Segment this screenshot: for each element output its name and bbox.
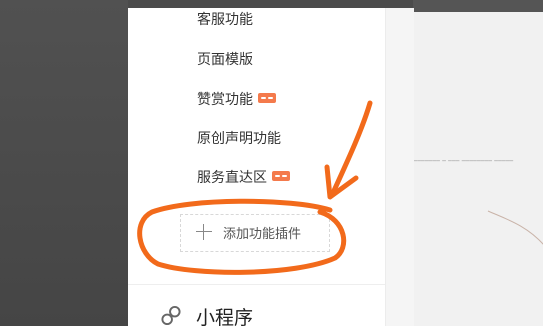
menu-item-page-template[interactable]: 页面模版: [197, 51, 253, 69]
scrollbar-track[interactable]: [385, 8, 414, 326]
menu-item-label: 赞赏功能: [197, 92, 253, 108]
menu-item-original-declaration[interactable]: 原创声明功能: [197, 130, 281, 148]
feature-menu-panel: [128, 8, 385, 326]
link-icon: [161, 305, 181, 326]
mini-program-section-title[interactable]: 小程序: [196, 303, 253, 326]
menu-item-appreciation[interactable]: 赞赏功能: [197, 91, 276, 109]
dim-backdrop-left: [0, 0, 128, 326]
menu-item-label: 原创声明功能: [197, 131, 281, 147]
menu-item-service-direct[interactable]: 服务直达区: [197, 169, 290, 187]
new-badge-icon: [258, 93, 276, 103]
menu-item-label: 页面模版: [197, 52, 253, 68]
plus-icon: [196, 224, 212, 240]
background-scribble: [487, 210, 543, 245]
menu-item-label: 客服功能: [197, 12, 253, 28]
menu-item-customer-service[interactable]: 客服功能: [197, 11, 253, 29]
add-plugin-label: 添加功能插件: [223, 227, 302, 242]
menu-item-label: 服务直达区: [197, 170, 267, 186]
section-divider: [128, 284, 385, 285]
new-badge-icon: [272, 171, 290, 181]
background-faded-text: ────────── ─ ─── ──────── ─────: [402, 158, 514, 165]
dim-backdrop-top-right: [413, 0, 543, 12]
